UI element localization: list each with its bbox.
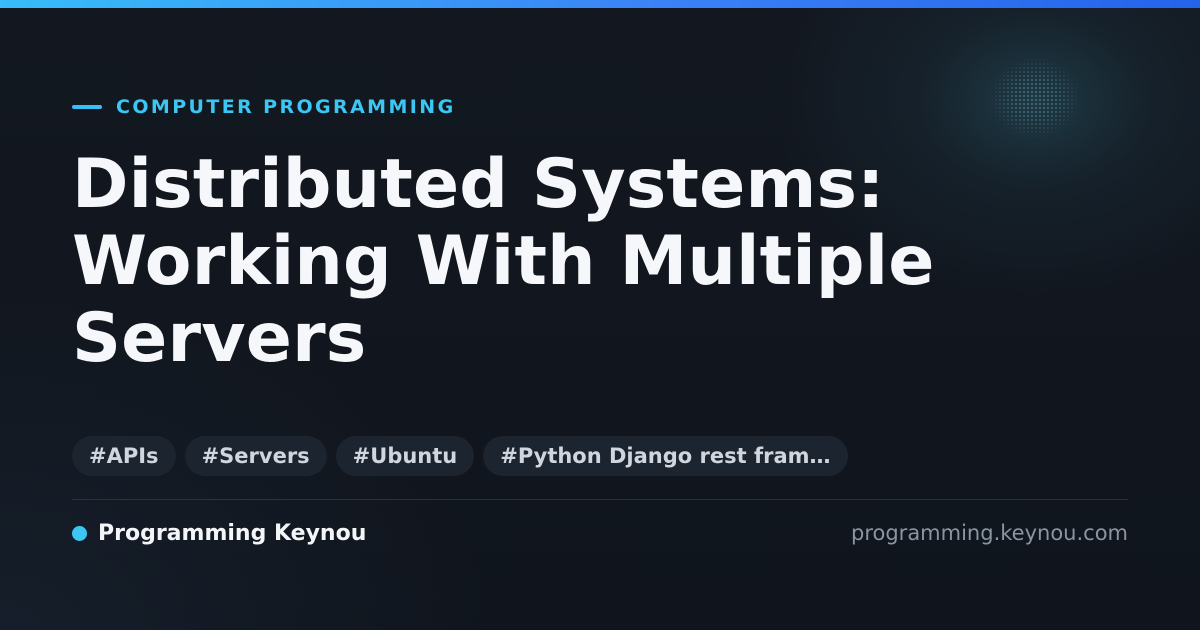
- category-eyebrow: COMPUTER PROGRAMMING: [72, 94, 456, 120]
- accent-top-bar: [0, 0, 1200, 8]
- tag-pill: #Python Django rest fram…: [483, 436, 848, 476]
- dash-icon: [72, 105, 102, 109]
- tag-list: #APIs #Servers #Ubuntu #Python Django re…: [72, 436, 848, 476]
- status-dot-icon: [72, 525, 87, 541]
- title-line: Working With Multiple: [72, 222, 935, 301]
- footer-divider: [72, 499, 1128, 500]
- social-share-card: COMPUTER PROGRAMMING Distributed Systems…: [0, 0, 1200, 630]
- site-url: programming.keynou.com: [851, 521, 1128, 545]
- author-block: Programming Keynou: [72, 519, 366, 547]
- title-line: Servers: [72, 299, 367, 378]
- title-line: Distributed Systems:: [72, 145, 885, 224]
- decorative-dot-pattern: [990, 58, 1080, 138]
- tag-pill: #Ubuntu: [335, 436, 475, 476]
- tag-pill: #Servers: [184, 436, 327, 476]
- tag-pill: #APIs: [72, 436, 176, 476]
- author-name: Programming Keynou: [98, 520, 367, 546]
- page-title: Distributed Systems: Working With Multip…: [72, 146, 1132, 377]
- category-label: COMPUTER PROGRAMMING: [116, 96, 456, 118]
